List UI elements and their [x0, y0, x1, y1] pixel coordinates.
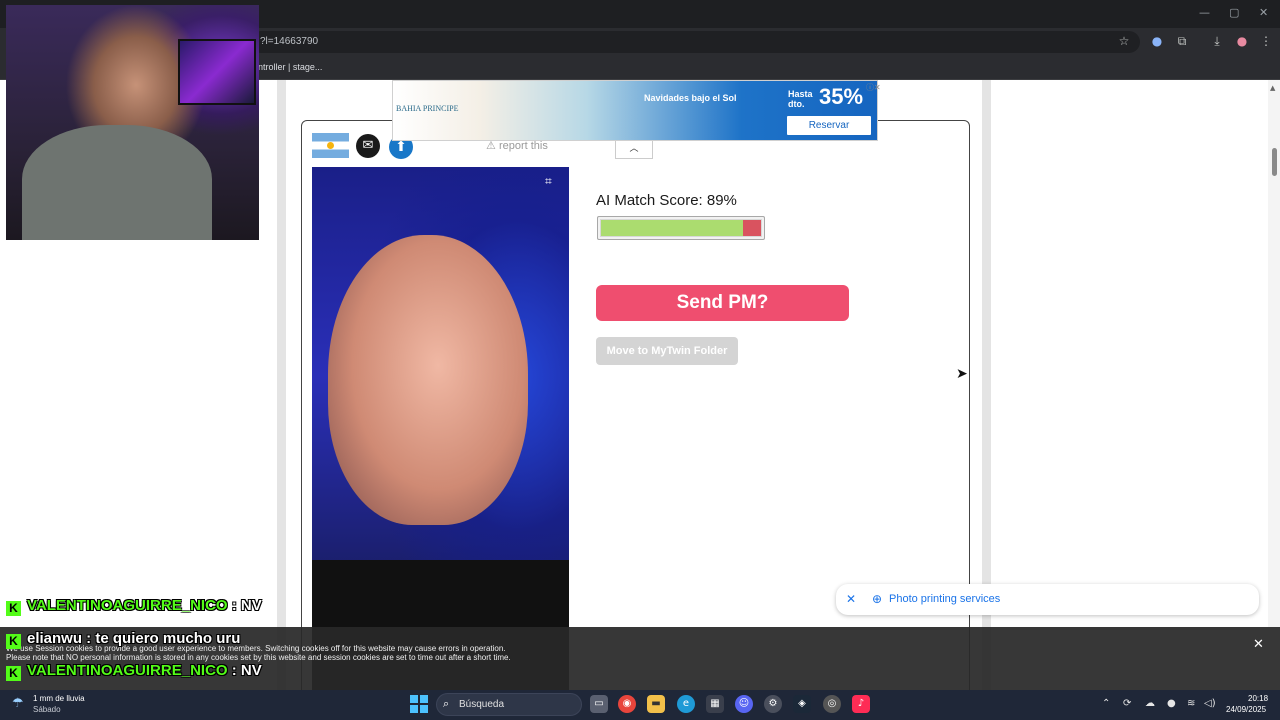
- chat-username: VALENTINOAGUIRRE_NICO: [27, 597, 228, 614]
- scrollbar-thumb[interactable]: [1272, 148, 1277, 176]
- windows-icon[interactable]: [410, 695, 428, 713]
- location-icon: ⊕: [872, 592, 883, 606]
- scroll-up-icon[interactable]: ▲: [1270, 84, 1275, 92]
- extension-icon[interactable]: ●: [1149, 33, 1165, 49]
- chat-message: K VALENTINOAGUIRRE_NICO : NV: [6, 597, 262, 616]
- microphone-icon[interactable]: ●: [1167, 698, 1176, 709]
- chrome-icon[interactable]: ◉: [618, 695, 636, 713]
- edge-icon[interactable]: e: [677, 695, 695, 713]
- weather-text[interactable]: 1 mm de lluvia: [33, 694, 85, 703]
- taskbar: [0, 690, 1280, 720]
- chat-username: elianwu: [27, 630, 83, 647]
- match-score-label: AI Match Score: 89%: [596, 192, 737, 209]
- address-url: ?l=14663790: [260, 36, 319, 47]
- file-explorer-icon[interactable]: ▬: [647, 695, 665, 713]
- sync-icon[interactable]: ⟳: [1123, 698, 1131, 709]
- close-window-icon[interactable]: ✕: [1259, 6, 1268, 19]
- obs-icon[interactable]: ◎: [823, 695, 841, 713]
- chat-username: VALENTINOAGUIRRE_NICO: [27, 662, 228, 679]
- steam-icon[interactable]: ◈: [793, 695, 811, 713]
- taskbar-search-placeholder: Búsqueda: [459, 699, 505, 710]
- store-icon[interactable]: ▦: [706, 695, 724, 713]
- ad-logo: BAHIA PRINCIPE: [396, 104, 459, 113]
- maximize-icon[interactable]: ▢: [1229, 6, 1239, 19]
- argentina-flag-icon: [312, 133, 349, 158]
- clock-date[interactable]: 24/09/2025: [1226, 705, 1266, 714]
- chevron-up-icon[interactable]: ︿: [615, 141, 653, 159]
- chat-separator: :: [227, 662, 241, 679]
- ad-reserve-button[interactable]: Reservar: [787, 116, 871, 135]
- match-score-fill: [601, 220, 743, 236]
- address-bar[interactable]: [250, 31, 1140, 53]
- suggestion-text[interactable]: Photo printing services: [889, 593, 1000, 605]
- minimize-icon[interactable]: —: [1199, 6, 1210, 19]
- profile-icon[interactable]: ●: [1234, 33, 1250, 49]
- menu-icon[interactable]: ⋮: [1258, 33, 1274, 49]
- chat-text: te quiero mucho uru: [95, 630, 241, 647]
- chat-text: NV: [240, 662, 262, 679]
- settings-icon[interactable]: ⚙: [764, 695, 782, 713]
- download-icon[interactable]: ⤓: [1209, 33, 1225, 49]
- camera-icon[interactable]: ⌗: [545, 174, 552, 189]
- chat-message: K VALENTINOAGUIRRE_NICO : NV: [6, 662, 262, 681]
- chat-separator: :: [82, 630, 96, 647]
- rain-cloud-icon[interactable]: ☂: [12, 696, 24, 711]
- ad-info-icon[interactable]: ⓘ✕: [866, 82, 881, 93]
- report-label: report this: [498, 140, 548, 152]
- screen: — ▢ ✕ ?l=14663790 ☆ ● ⧉ ⤓ ● ⋮ ntroller |…: [0, 0, 1280, 720]
- match-score-bar: [597, 216, 765, 240]
- close-icon[interactable]: ✕: [846, 592, 856, 606]
- kick-logo-icon: K: [6, 666, 21, 681]
- kick-logo-icon: K: [6, 634, 21, 649]
- task-view-icon[interactable]: ▭: [590, 695, 608, 713]
- cookie-close-icon[interactable]: ✕: [1253, 637, 1264, 652]
- mouse-cursor-icon: ➤: [956, 366, 968, 382]
- photo-face: [328, 235, 528, 525]
- move-to-mytwin-button[interactable]: Move to MyTwin Folder: [596, 337, 738, 365]
- ad-headline: Navidades bajo el Sol: [644, 93, 737, 103]
- discord-icon[interactable]: ☺: [735, 695, 753, 713]
- warning-icon: ⚠: [486, 140, 496, 152]
- ad-discount: 35%: [819, 84, 864, 109]
- bookmark-item[interactable]: ntroller | stage...: [258, 62, 322, 72]
- kick-logo-icon: K: [6, 601, 21, 616]
- wifi-icon[interactable]: ≋: [1187, 698, 1195, 709]
- webcam-person: [22, 125, 212, 240]
- search-icon: ⌕: [443, 697, 450, 710]
- cookie-line-2: Please note that NO personal information…: [6, 653, 511, 662]
- puzzle-icon[interactable]: ⧉: [1174, 33, 1190, 49]
- tiktok-icon[interactable]: ♪: [852, 695, 870, 713]
- chat-separator: :: [227, 597, 241, 614]
- chat-message: Kelianwu : te quiero mucho uru: [6, 630, 240, 649]
- webcam-monitor: [178, 39, 256, 105]
- ad-discount-label: Hasta dto.: [788, 89, 813, 109]
- star-icon[interactable]: ☆: [1116, 33, 1132, 49]
- envelope-icon[interactable]: ✉: [356, 134, 380, 158]
- taskbar-search[interactable]: [436, 693, 582, 716]
- page-gutter-left: [277, 80, 286, 690]
- match-score-remainder: [743, 220, 761, 236]
- chevron-up-icon[interactable]: ⌃: [1102, 698, 1110, 709]
- send-pm-button[interactable]: Send PM?: [596, 285, 849, 321]
- chat-text: NV: [240, 597, 262, 614]
- webcam-overlay: [6, 5, 259, 240]
- cloud-icon[interactable]: ☁: [1145, 698, 1155, 709]
- weather-day[interactable]: Sábado: [33, 705, 61, 714]
- volume-icon[interactable]: ◁): [1204, 698, 1216, 709]
- clock-time[interactable]: 20:18: [1248, 694, 1268, 703]
